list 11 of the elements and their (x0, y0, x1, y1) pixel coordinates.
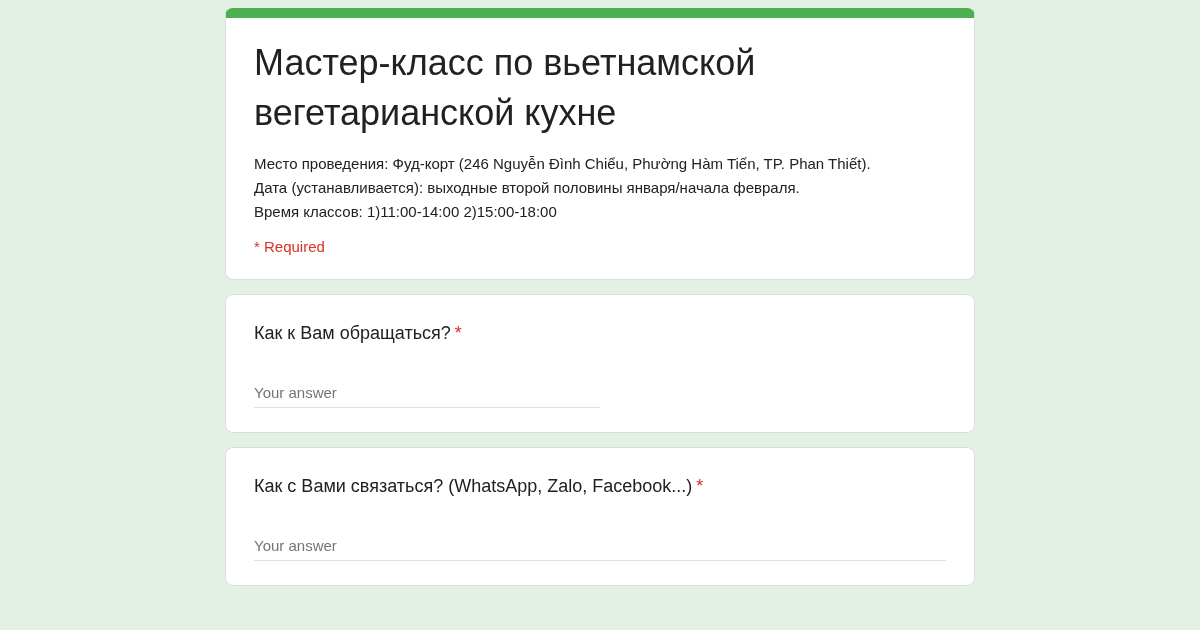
question-label: Как с Вами связаться? (WhatsApp, Zalo, Facebook...) (254, 476, 693, 497)
form-title: Мастер-класс по вьетнамской вегетарианской кухне (254, 41, 757, 135)
required-asterisk: * (696, 476, 704, 497)
form-description: Место проведения: Фуд-корт (246 Nguyễn Đình Chiểu, Phường Hàm Tiến, TP. Phan Thiết). (254, 154, 872, 174)
form-description: Дата (устанавливается): выходные второй половины января/начала февраля. (254, 178, 801, 198)
required-note: * Required (254, 238, 326, 255)
required-asterisk: * (454, 323, 462, 344)
form-description: Время классов: 1)11:00-14:00 2)15:00-18:00 (254, 202, 558, 222)
answer-field[interactable]: Your answer (254, 533, 946, 561)
answer-field[interactable]: Your answer (254, 380, 600, 408)
question-label: Как к Вам обращаться? (254, 323, 451, 344)
